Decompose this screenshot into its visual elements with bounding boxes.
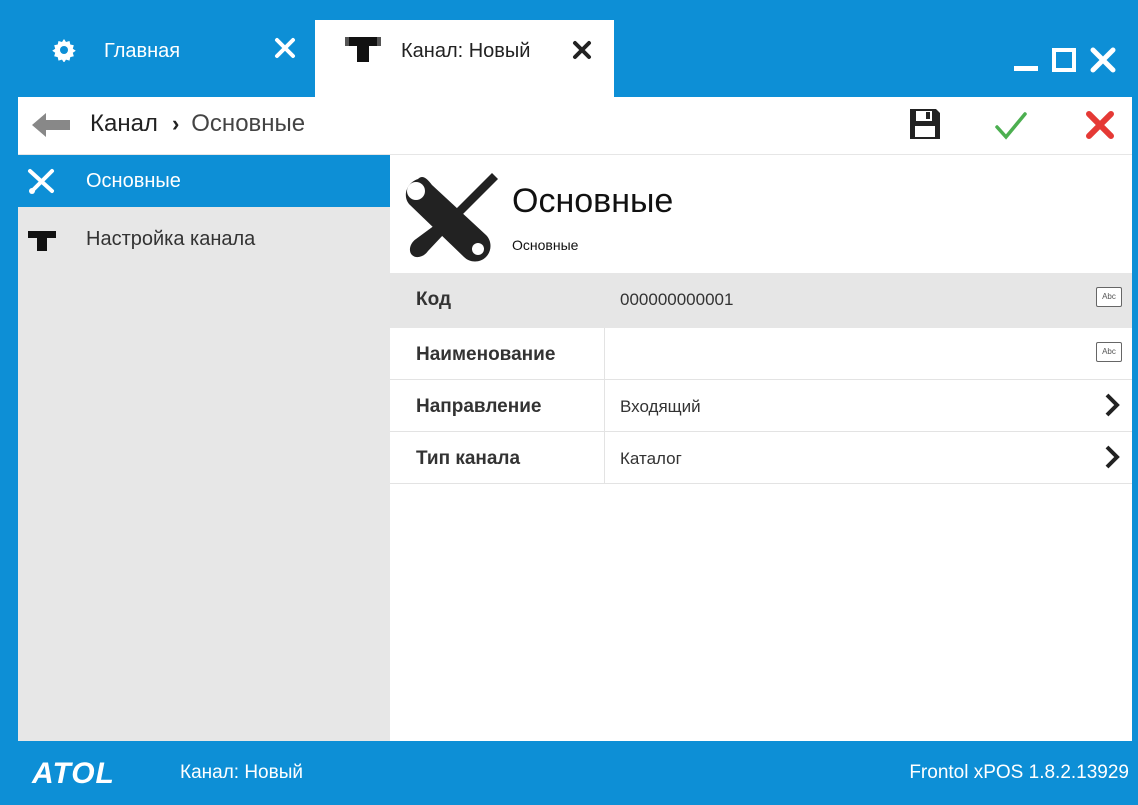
gear-icon [52,39,76,62]
toolbar: Канал › Основные [18,97,1132,155]
tab-channel-label: Канал: Новый [401,40,531,62]
chevron-right-icon[interactable] [1104,392,1120,418]
sidebar-item-label: Настройка канала [86,227,256,250]
main-content: Основные Основные Код 000000000001 Abc Н… [390,155,1132,741]
page-title: Основные [512,182,674,220]
tools-icon [28,169,54,194]
tab-channel-new[interactable]: Канал: Новый [315,20,614,97]
field-row-name[interactable]: Наименование Abc [390,328,1132,380]
tee-icon [345,37,381,62]
sidebar-item-main[interactable]: Основные [18,155,390,207]
checkmark-icon[interactable] [994,111,1028,141]
text-type-icon: Abc [1096,287,1122,307]
column-divider [604,328,605,379]
window-frame-right [1132,0,1138,805]
breadcrumb-current: Основные [191,110,306,137]
back-arrow-icon[interactable] [32,113,70,137]
status-version: Frontol xPOS 1.8.2.13929 [909,762,1129,783]
sidebar-item-label: Основные [86,169,181,192]
tab-home-label: Главная [104,40,181,62]
field-label: Наименование [416,344,556,365]
column-divider [604,432,605,483]
app-window: Главная Канал: Новый Канал › Основные Ос… [0,0,1138,805]
tee-icon [28,231,56,251]
breadcrumb: Канал › Основные [90,110,305,138]
close-window-icon[interactable] [1088,44,1118,74]
atol-logo: ATOL [32,757,115,790]
field-value[interactable]: Входящий [620,397,701,417]
column-divider [604,380,605,431]
close-tab-icon[interactable] [273,36,297,60]
title-bar: Главная Канал: Новый [0,0,1138,97]
field-label: Тип канала [416,448,521,469]
sidebar: Основные Настройка канала [18,155,390,741]
page-subtitle: Основные [512,237,579,253]
chevron-right-icon[interactable] [1104,444,1120,470]
breadcrumb-separator: › [171,111,180,136]
field-value[interactable]: Каталог [620,449,682,469]
tab-home[interactable]: Главная [18,20,315,97]
field-label: Направление [416,396,542,417]
status-document: Канал: Новый [180,762,303,783]
sidebar-item-channel-settings[interactable]: Настройка канала [18,213,390,265]
tools-icon [405,173,498,262]
maximize-icon[interactable] [1050,44,1080,74]
field-label: Код [416,289,452,310]
field-row-direction[interactable]: Направление Входящий [390,380,1132,432]
status-bar: ATOL Канал: Новый Frontol xPOS 1.8.2.139… [0,741,1138,805]
window-frame-left [0,0,18,805]
fields-table: Код 000000000001 Abc Наименование Abc На… [390,273,1132,484]
field-value[interactable]: 000000000001 [620,290,733,310]
cancel-icon[interactable] [1084,109,1116,141]
field-row-code[interactable]: Код 000000000001 Abc [390,273,1132,328]
close-tab-icon[interactable] [570,38,594,62]
field-row-channel-type[interactable]: Тип канала Каталог [390,432,1132,484]
minimize-icon[interactable] [1012,44,1042,74]
save-icon[interactable] [908,107,942,141]
text-type-icon: Abc [1096,342,1122,362]
breadcrumb-root[interactable]: Канал [90,110,158,138]
